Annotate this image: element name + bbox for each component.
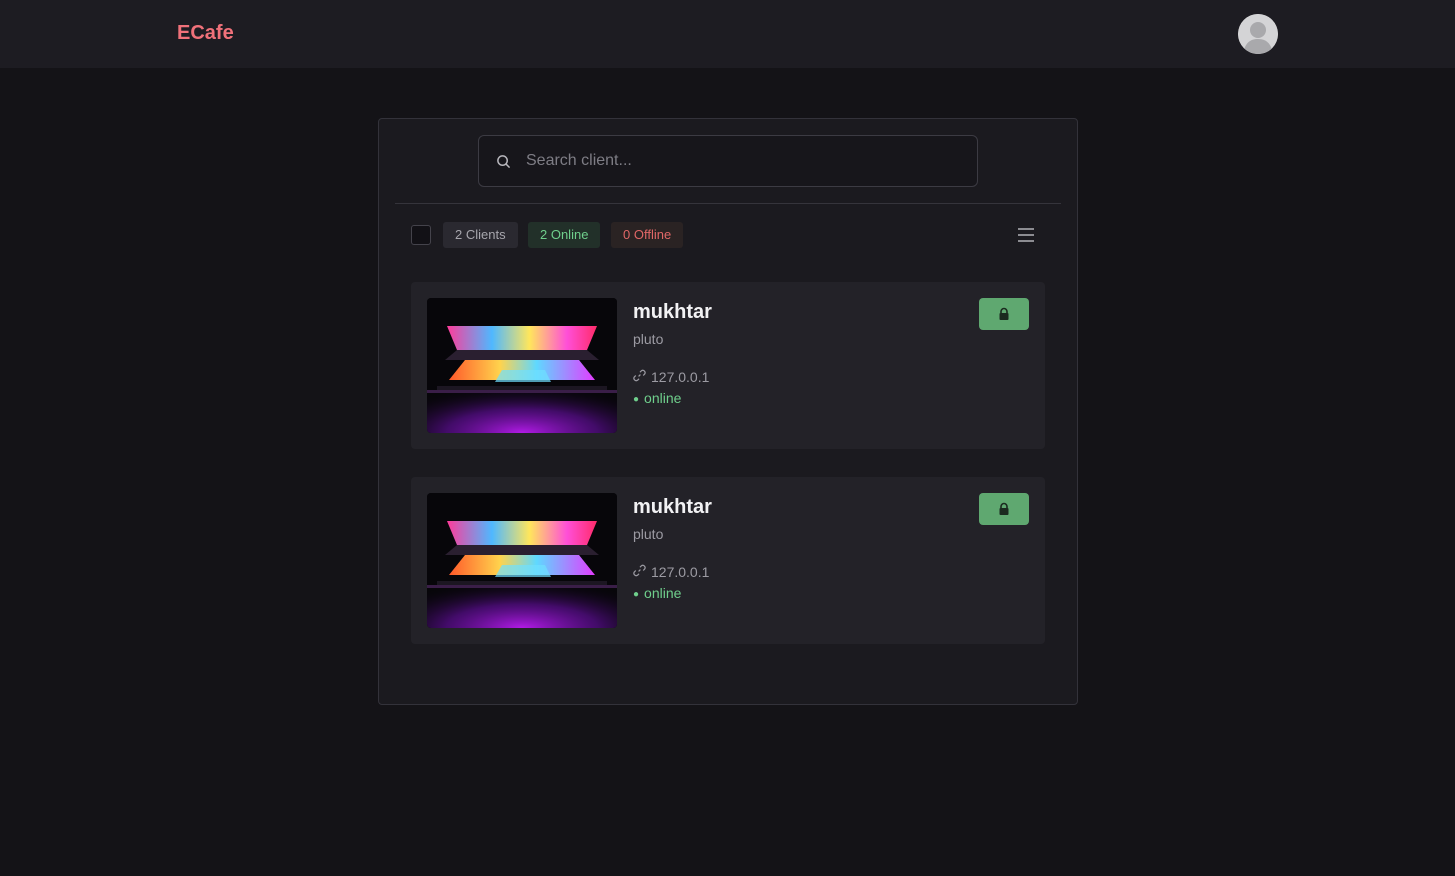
hamburger-menu-button[interactable] (1015, 225, 1037, 245)
online-count-badge: 2 Online (528, 222, 601, 248)
top-navbar: ECafe (0, 0, 1455, 68)
clients-panel: 2 Clients 2 Online 0 Offline (378, 118, 1078, 705)
status-dot-icon: ● (633, 394, 640, 405)
client-thumbnail (427, 298, 617, 433)
client-status: ● online (633, 390, 681, 406)
laptop-image (427, 298, 617, 433)
brand-logo[interactable]: ECafe (177, 22, 234, 45)
client-status-label: online (644, 585, 682, 601)
lock-icon (999, 502, 1009, 515)
client-status-label: online (644, 390, 682, 406)
client-ip-row: 127.0.0.1 (633, 369, 709, 385)
client-ip: 127.0.0.1 (651, 369, 710, 385)
hamburger-menu-icon (1018, 228, 1034, 242)
lock-button[interactable] (979, 493, 1029, 525)
client-name: mukhtar (633, 301, 712, 323)
search-box (478, 135, 978, 187)
search-icon (497, 155, 510, 168)
client-thumbnail (427, 493, 617, 628)
divider (395, 203, 1061, 204)
link-icon (633, 564, 646, 577)
offline-count-badge: 0 Offline (611, 222, 684, 248)
client-card[interactable]: mukhtar pluto 127.0.0.1 ● online (411, 477, 1045, 644)
client-subtitle: pluto (633, 331, 664, 347)
select-all-checkbox[interactable] (411, 225, 431, 245)
status-dot-icon: ● (633, 589, 640, 600)
user-avatar[interactable] (1238, 14, 1278, 54)
client-name: mukhtar (633, 496, 712, 518)
user-avatar-icon (1238, 14, 1278, 54)
lock-button[interactable] (979, 298, 1029, 330)
clients-count-badge: 2 Clients (443, 222, 518, 248)
search-input[interactable] (526, 136, 966, 186)
client-card[interactable]: mukhtar pluto 127.0.0.1 ● online (411, 282, 1045, 449)
client-subtitle: pluto (633, 526, 664, 542)
client-ip: 127.0.0.1 (651, 564, 710, 580)
client-ip-row: 127.0.0.1 (633, 564, 709, 580)
lock-icon (999, 307, 1009, 320)
link-icon (633, 369, 646, 382)
laptop-image (427, 493, 617, 628)
client-status: ● online (633, 585, 681, 601)
